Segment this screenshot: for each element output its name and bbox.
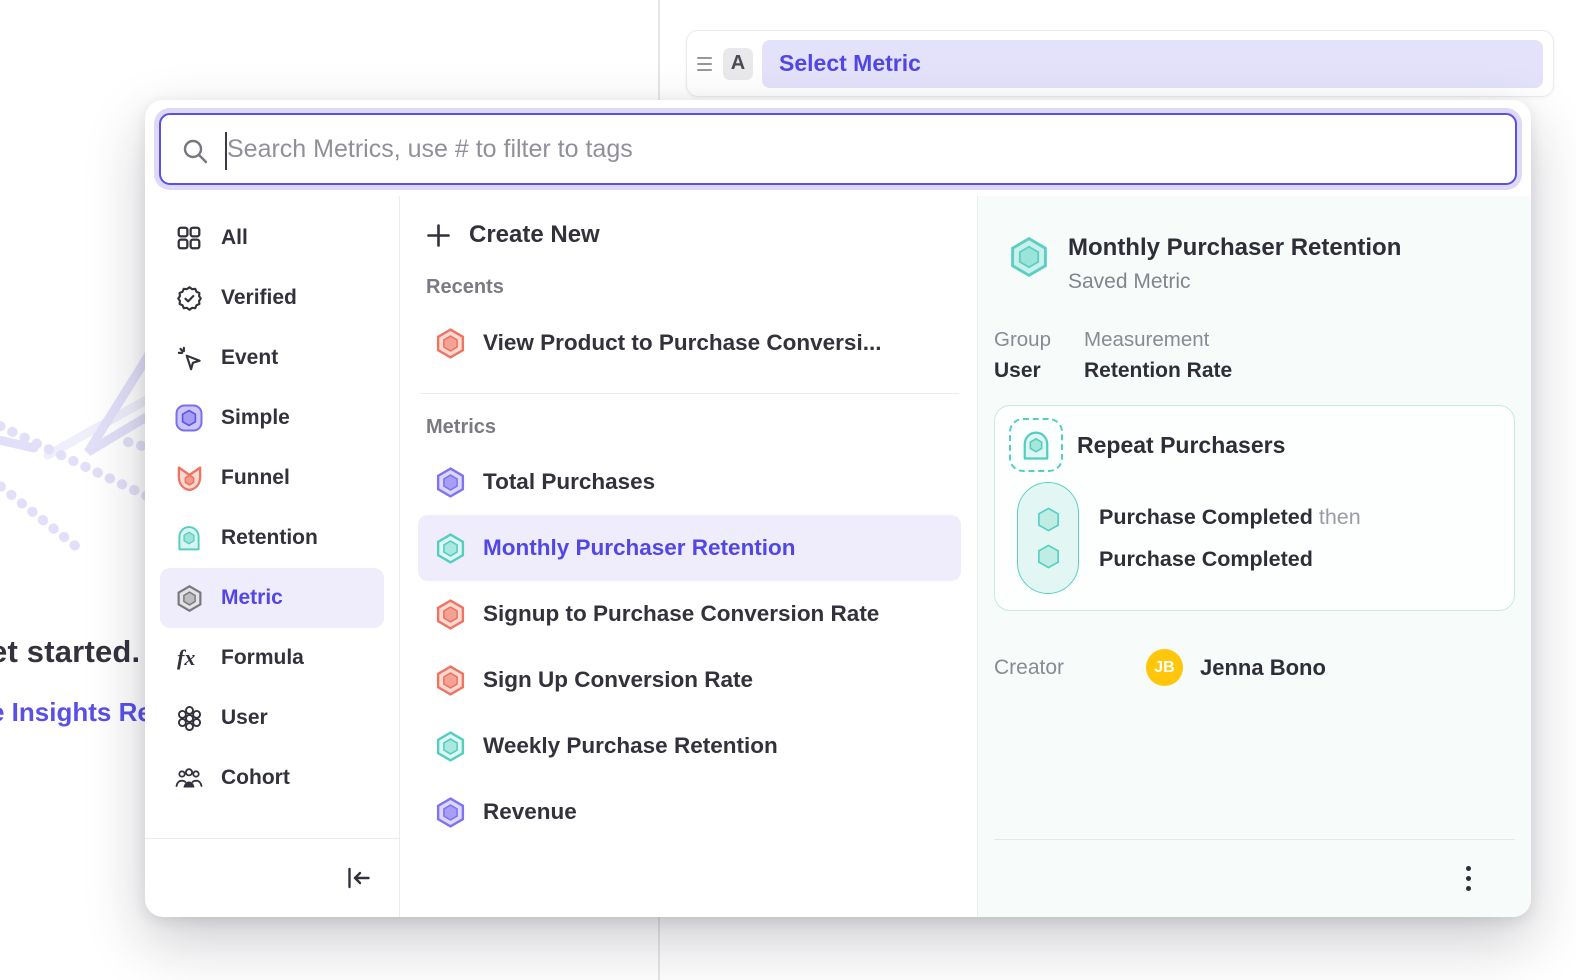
saved-metric-hexagon-icon: [1008, 236, 1050, 294]
step-connector: then: [1319, 505, 1361, 529]
sidebar-item-label: Formula: [221, 646, 304, 670]
row-letter-badge: A: [723, 48, 753, 80]
event-metric-hexagon-icon: [434, 466, 467, 499]
metric-row-label: Sign Up Conversion Rate: [483, 667, 753, 693]
cohort-definition-icon: [1009, 418, 1063, 472]
metric-row-label: Total Purchases: [483, 469, 655, 495]
query-builder-row: A Select Metric: [686, 30, 1554, 97]
funnel-metric-hexagon-icon: [434, 664, 467, 697]
sidebar-item-retention[interactable]: Retention: [160, 508, 384, 568]
svg-text:fx: fx: [177, 645, 195, 670]
recents-header: Recents: [418, 276, 961, 299]
sidebar-item-metric[interactable]: Metric: [160, 568, 384, 628]
metric-row-label: Monthly Purchaser Retention: [483, 535, 796, 561]
creator-name: Jenna Bono: [1200, 655, 1326, 681]
metric-row-label: Revenue: [483, 799, 577, 825]
definition-title: Repeat Purchasers: [1077, 432, 1285, 459]
definition-card: Repeat Purchasers Purchase Completed the…: [994, 405, 1515, 611]
text-caret: [225, 132, 227, 170]
sidebar-item-label: Event: [221, 346, 278, 370]
sidebar-item-label: User: [221, 706, 268, 730]
creator-avatar: JB: [1146, 649, 1183, 686]
sidebar-item-cohort[interactable]: Cohort: [160, 748, 384, 808]
user-cluster-icon: [174, 703, 204, 733]
metric-row-revenue[interactable]: Revenue: [418, 779, 961, 845]
insights-report-link-fragment[interactable]: e Insights Re: [0, 697, 152, 728]
metric-row-monthly-purchaser-retention[interactable]: Monthly Purchaser Retention: [418, 515, 961, 581]
collapse-left-icon[interactable]: [345, 865, 372, 891]
retention-metric-hexagon-icon: [434, 532, 467, 565]
recent-item-row[interactable]: View Product to Purchase Conversi...: [418, 311, 961, 375]
event-cursor-icon: [174, 343, 204, 373]
verified-seal-icon: [174, 283, 204, 313]
metric-row-label: Signup to Purchase Conversion Rate: [483, 601, 879, 627]
drag-handle-icon[interactable]: [695, 57, 714, 71]
details-title: Monthly Purchaser Retention: [1068, 234, 1401, 262]
sidebar-item-verified[interactable]: Verified: [160, 268, 384, 328]
cohort-people-icon: [174, 763, 204, 793]
sidebar-item-label: Cohort: [221, 766, 290, 790]
create-new-button[interactable]: Create New: [418, 212, 961, 258]
search-zone: [145, 100, 1531, 196]
sidebar-item-label: Funnel: [221, 466, 290, 490]
event-sequence-icon: [1017, 482, 1079, 594]
simple-hexagon-icon: [174, 403, 204, 433]
list-divider: [420, 393, 959, 394]
metrics-header: Metrics: [418, 416, 961, 439]
search-box[interactable]: [159, 113, 1517, 185]
sidebar-footer: [145, 838, 399, 917]
metrics-rows: Total Purchases Monthly Purchaser Retent…: [418, 449, 961, 845]
funnel-metric-hexagon-icon: [434, 598, 467, 631]
details-footer: [994, 839, 1515, 917]
group-value: User: [994, 359, 1084, 383]
metric-details-panel: Monthly Purchaser Retention Saved Metric…: [978, 196, 1531, 917]
metric-row-total-purchases[interactable]: Total Purchases: [418, 449, 961, 515]
measurement-label: Measurement: [1084, 328, 1232, 352]
metric-row-signup-to-purchase-conversion-rate[interactable]: Signup to Purchase Conversion Rate: [418, 581, 961, 647]
sidebar-item-event[interactable]: Event: [160, 328, 384, 388]
sidebar-item-label: All: [221, 226, 248, 250]
retention-arch-icon: [174, 523, 204, 553]
select-metric-button[interactable]: Select Metric: [762, 40, 1543, 88]
details-meta: Group User Measurement Retention Rate: [994, 328, 1515, 383]
sidebar-item-all[interactable]: All: [160, 208, 384, 268]
retention-metric-hexagon-icon: [434, 730, 467, 763]
recent-item-label: View Product to Purchase Conversi...: [483, 330, 881, 356]
create-new-label: Create New: [469, 221, 600, 249]
sidebar-item-funnel[interactable]: Funnel: [160, 448, 384, 508]
search-input[interactable]: [161, 115, 1515, 183]
sidebar-item-user[interactable]: User: [160, 688, 384, 748]
creator-row: Creator JB Jenna Bono: [994, 649, 1515, 686]
sidebar-item-label: Verified: [221, 286, 297, 310]
funnel-metric-hexagon-icon: [434, 327, 467, 360]
sidebar-item-label: Retention: [221, 526, 318, 550]
event-metric-hexagon-icon: [434, 796, 467, 829]
creator-label: Creator: [994, 656, 1146, 680]
definition-step-2: Purchase Completed: [1099, 547, 1361, 572]
grid-icon: [174, 223, 204, 253]
sidebar-item-simple[interactable]: Simple: [160, 388, 384, 448]
metric-hexagon-icon: [174, 583, 204, 613]
measurement-value: Retention Rate: [1084, 359, 1232, 383]
kebab-menu-icon[interactable]: [1460, 860, 1477, 897]
funnel-hexagon-icon: [174, 463, 204, 493]
details-subtitle: Saved Metric: [1068, 270, 1401, 294]
metric-row-sign-up-conversion-rate[interactable]: Sign Up Conversion Rate: [418, 647, 961, 713]
metric-row-label: Weekly Purchase Retention: [483, 733, 778, 759]
metric-picker-modal: All Verified Event: [145, 100, 1531, 917]
metric-list-column: Create New Recents View Product to Purch…: [400, 196, 978, 917]
definition-step-1: Purchase Completed then: [1099, 505, 1361, 530]
formula-fx-icon: fx: [174, 643, 204, 673]
background-headline-fragment: et started.: [0, 634, 140, 670]
filter-sidebar: All Verified Event: [145, 196, 400, 917]
search-icon: [182, 138, 209, 165]
metric-row-weekly-purchase-retention[interactable]: Weekly Purchase Retention: [418, 713, 961, 779]
group-label: Group: [994, 328, 1084, 352]
sidebar-item-label: Simple: [221, 406, 290, 430]
details-header: Monthly Purchaser Retention Saved Metric: [994, 234, 1515, 294]
sidebar-item-label: Metric: [221, 586, 283, 610]
sidebar-item-formula[interactable]: fx Formula: [160, 628, 384, 688]
plus-icon: [426, 223, 451, 248]
